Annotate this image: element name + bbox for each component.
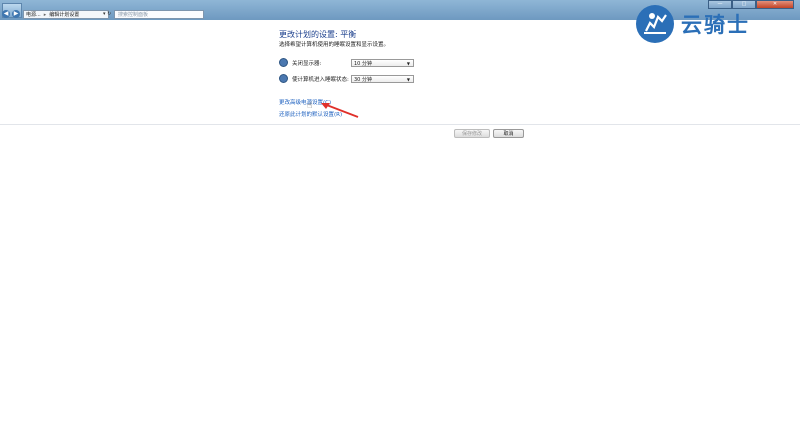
setting-label-display: 关闭显示器: <box>292 60 322 67</box>
page-title: 更改计划的设置: 平衡 <box>279 30 357 39</box>
cancel-button[interactable]: 取消 <box>493 129 524 138</box>
watermark-text: 云骑士 <box>681 13 750 37</box>
sleep-value: 30 分钟 <box>354 76 372 83</box>
red-arrow-annotation <box>321 103 359 118</box>
breadcrumb-item-power[interactable]: 电源... <box>26 11 41 18</box>
divider <box>0 124 800 125</box>
display-off-select[interactable]: 10 分钟 ▼ <box>351 58 414 67</box>
chevron-down-icon: ▼ <box>406 76 410 82</box>
monitor-icon <box>279 58 288 67</box>
chevron-down-icon: ▼ <box>406 60 410 66</box>
close-button[interactable]: ✕ <box>756 0 794 9</box>
setting-row-sleep: 使计算机进入睡眠状态: 30 分钟 ▼ <box>279 74 414 83</box>
forward-button[interactable]: ▶ <box>12 10 20 18</box>
hand-cursor-icon: ☝ <box>307 101 313 111</box>
sleep-select[interactable]: 30 分钟 ▼ <box>351 74 414 83</box>
back-button[interactable]: ◀ <box>2 10 10 18</box>
address-bar[interactable]: 电源... ▸ 编辑计划设置 <box>23 10 109 19</box>
search-input[interactable]: 搜索控制面板 <box>114 10 204 19</box>
refresh-icon[interactable]: ▾ ↻ <box>103 11 111 17</box>
page-description: 选择希望计算机使用的睡眠设置和显示设置。 <box>279 42 390 48</box>
moon-icon <box>279 74 288 83</box>
watermark-logo: 云骑士 <box>636 5 750 43</box>
display-off-value: 10 分钟 <box>354 60 372 67</box>
breadcrumb-separator-icon: ▸ <box>43 11 47 18</box>
breadcrumb-item-edit-plan[interactable]: 编辑计划设置 <box>49 11 79 18</box>
nav-buttons: ◀ ▶ <box>2 10 20 18</box>
save-button[interactable]: 保存修改 <box>454 129 490 138</box>
knight-logo-icon <box>636 5 674 43</box>
setting-label-sleep: 使计算机进入睡眠状态: <box>292 76 349 83</box>
setting-row-display: 关闭显示器: 10 分钟 ▼ <box>279 58 414 67</box>
